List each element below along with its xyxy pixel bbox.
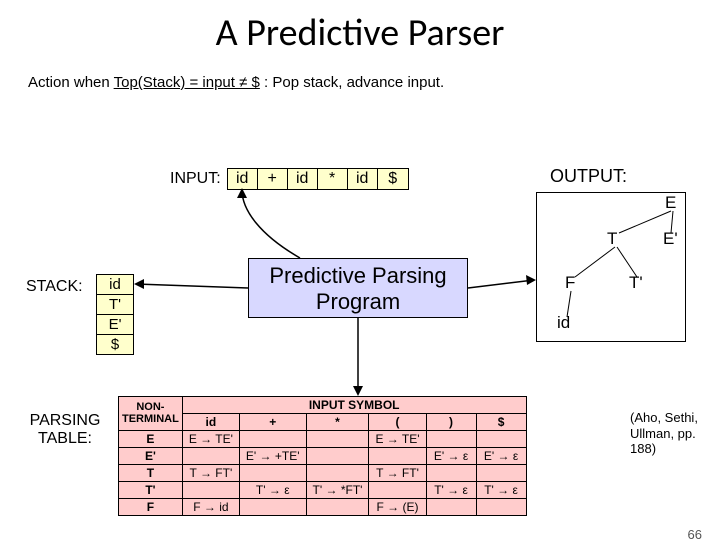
row-nt: T — [119, 465, 183, 482]
table-cell — [426, 499, 476, 516]
tree-node: id — [557, 313, 570, 333]
table-cell — [369, 482, 426, 499]
table-cell: T → FT' — [369, 465, 426, 482]
input-cell: * — [318, 169, 348, 189]
input-cell: id — [228, 169, 258, 189]
table-cell — [182, 448, 239, 465]
table-cell: F → (E) — [369, 499, 426, 516]
row-nt: E' — [119, 448, 183, 465]
input-cell: id — [348, 169, 378, 189]
input-label: INPUT: — [170, 170, 221, 188]
tree-node: T' — [629, 273, 643, 293]
table-cell — [476, 499, 526, 516]
table-cell — [306, 465, 369, 482]
input-tape: id+id*id$ — [227, 168, 409, 190]
action-suffix: : Pop stack, advance input. — [260, 74, 444, 91]
table-cell — [239, 465, 306, 482]
tree-node: E — [665, 193, 676, 213]
col-header: * — [306, 414, 369, 431]
action-condition: Top(Stack) = input ≠ $ — [114, 74, 260, 91]
table-cell: T' → ε — [239, 482, 306, 499]
table-cell — [306, 431, 369, 448]
col-header: $ — [476, 414, 526, 431]
table-cell — [476, 465, 526, 482]
output-label: OUTPUT: — [550, 166, 627, 187]
stack-box: idT'E'$ — [96, 274, 134, 355]
stack-cell: id — [97, 275, 133, 295]
tree-node: E' — [663, 229, 678, 249]
row-nt: F — [119, 499, 183, 516]
citation: (Aho, Sethi, Ullman, pp. 188) — [630, 410, 715, 457]
table-cell — [476, 431, 526, 448]
table-cell: E → TE' — [182, 431, 239, 448]
col-header: ) — [426, 414, 476, 431]
tree-node: F — [565, 273, 575, 293]
table-cell: T' → ε — [426, 482, 476, 499]
output-tree-box: E T E' F T' id — [536, 192, 686, 342]
stack-cell: E' — [97, 315, 133, 335]
col-header: + — [239, 414, 306, 431]
table-cell: T → FT' — [182, 465, 239, 482]
input-cell: $ — [378, 169, 408, 189]
row-nt: T' — [119, 482, 183, 499]
table-cell: E → TE' — [369, 431, 426, 448]
table-cell: T' → ε — [476, 482, 526, 499]
input-cell: id — [288, 169, 318, 189]
table-cell — [426, 431, 476, 448]
input-row: INPUT: id+id*id$ — [170, 168, 409, 190]
table-cell: E' → +TE' — [239, 448, 306, 465]
parsing-table-wrap: NON-TERMINALINPUT SYMBOLid+*()$EE → TE'E… — [118, 396, 527, 516]
stack-cell: $ — [97, 335, 133, 354]
table-cell: E' → ε — [476, 448, 526, 465]
table-cell: F → id — [182, 499, 239, 516]
table-cell — [182, 482, 239, 499]
input-symbol-header: INPUT SYMBOL — [182, 397, 526, 414]
parsing-table-label: PARSING TABLE: — [20, 412, 110, 448]
stack-label: STACK: — [26, 278, 83, 296]
table-cell — [239, 499, 306, 516]
col-header: id — [182, 414, 239, 431]
table-cell — [369, 448, 426, 465]
table-cell — [306, 499, 369, 516]
parsing-table: NON-TERMINALINPUT SYMBOLid+*()$EE → TE'E… — [118, 396, 527, 516]
table-cell: T' → *FT' — [306, 482, 369, 499]
table-cell — [306, 448, 369, 465]
action-rule: Action when Top(Stack) = input ≠ $ : Pop… — [28, 74, 720, 91]
row-nt: E — [119, 431, 183, 448]
input-cell: + — [258, 169, 288, 189]
table-cell — [426, 465, 476, 482]
table-cell: E' → ε — [426, 448, 476, 465]
predictive-parsing-program-box: Predictive Parsing Program — [248, 258, 468, 318]
tree-node: T — [607, 229, 617, 249]
stack-cell: T' — [97, 295, 133, 315]
col-header: ( — [369, 414, 426, 431]
table-cell — [239, 431, 306, 448]
page-title: A Predictive Parser — [0, 10, 720, 56]
action-prefix: Action when — [28, 74, 114, 91]
nt-header: NON-TERMINAL — [119, 397, 183, 431]
